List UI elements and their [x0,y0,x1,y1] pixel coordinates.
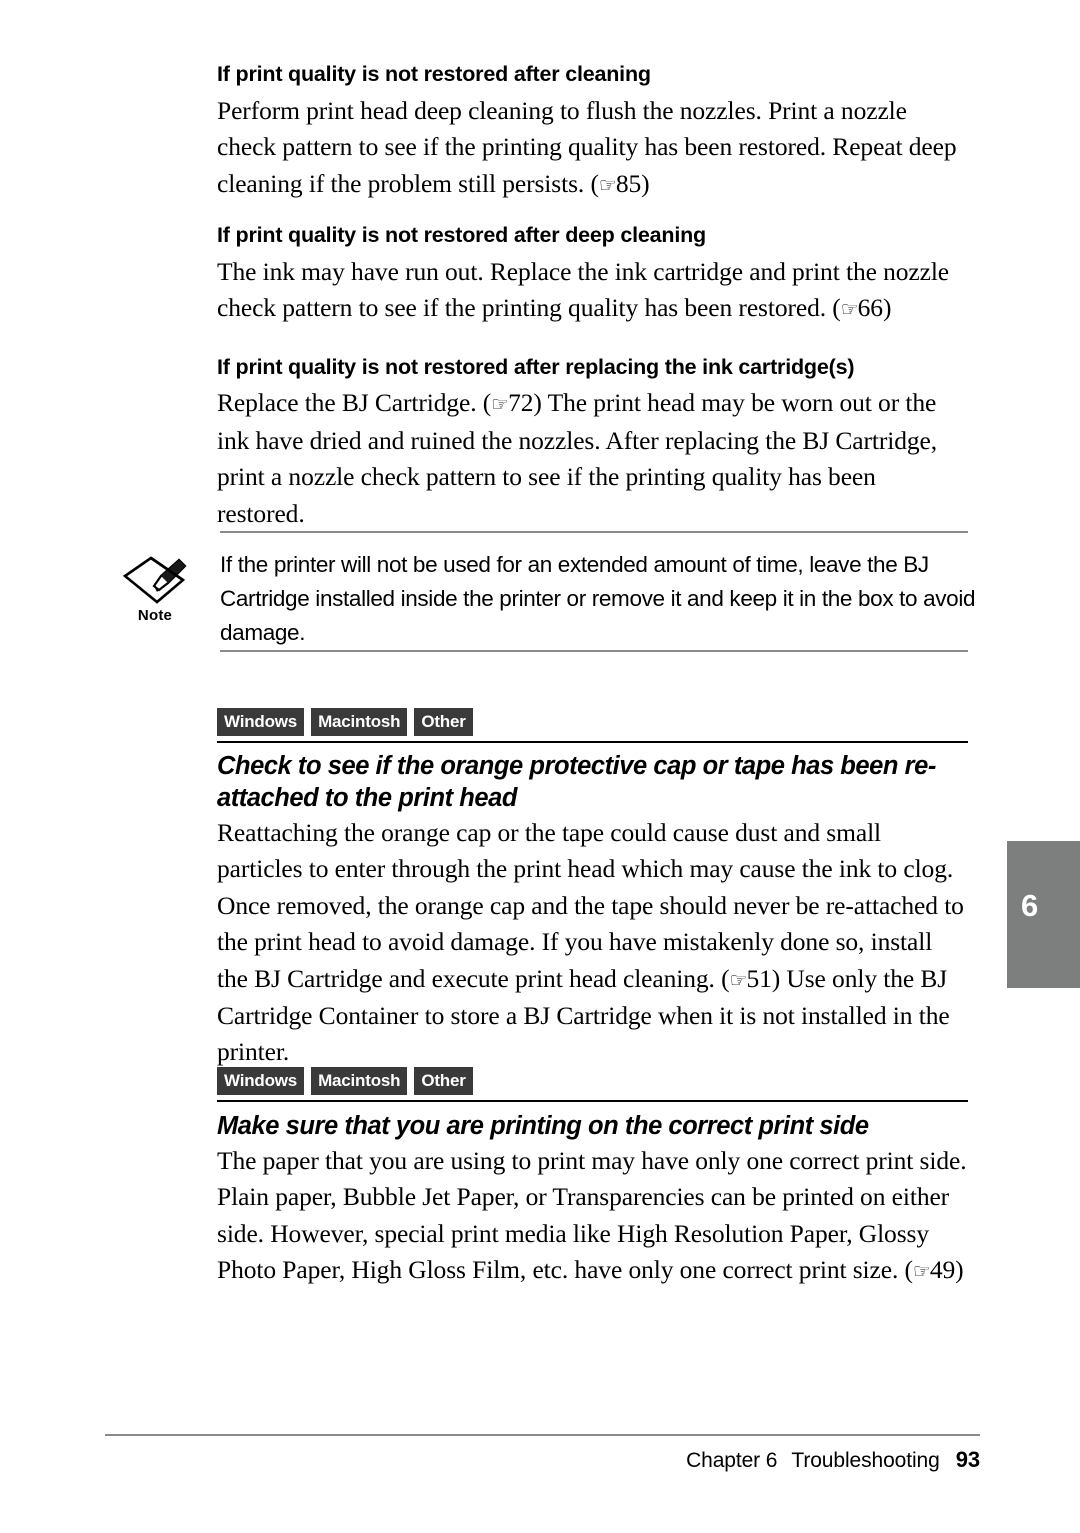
page-reference: ☞72 [491,388,533,417]
subsection-body-cleaning: Perform print head deep cleaning to flus… [217,93,969,203]
topic-two-body: The paper that you are using to print ma… [217,1143,969,1290]
manual-page: If print quality is not restored after c… [0,0,1080,1533]
footer-page-number: 93 [955,1447,980,1472]
body-text: Replace the BJ Cartridge. ( [217,388,492,418]
page-footer: Chapter 6 Troubleshooting 93 [105,1447,980,1473]
badge-other: Other [414,1067,473,1095]
pointing-hand-icon: ☞ [729,967,748,992]
body-text: The ink may have run out. Replace the in… [217,256,950,323]
section-heading-correct-print-side: Make sure that you are printing on the c… [217,1112,869,1140]
note-rule-bottom [220,650,968,652]
note-label: Note [137,607,173,624]
page-reference-number: 85 [615,168,642,198]
page-reference: ☞85 [599,169,641,198]
subsection-body-deep-cleaning: The ink may have run out. Replace the in… [217,254,969,328]
body-tail: ) [641,168,650,198]
footer-chapter: Chapter 6 [686,1449,778,1472]
badge-macintosh: Macintosh [311,708,408,736]
troubleshooting-sections: If print quality is not restored after c… [217,62,969,532]
section-rule-topic-one [217,741,968,743]
badge-windows: Windows [217,708,305,736]
body-text: Perform print head deep cleaning to flus… [217,95,957,198]
pointing-hand-icon: ☞ [598,172,617,197]
badge-other: Other [414,708,473,736]
page-reference-number: 49 [929,1255,956,1285]
note-callout: Note If the printer will not be used for… [0,531,1080,653]
chapter-tab-number: 6 [1021,888,1039,923]
platform-badges-topic-two: Windows Macintosh Other [217,1067,473,1095]
note-icon-group: Note [112,554,198,624]
badge-windows: Windows [217,1067,305,1095]
note-rule-top [220,531,968,533]
pointing-hand-icon: ☞ [912,1259,931,1284]
page-reference: ☞51 [730,964,772,993]
body-tail: ) [955,1255,964,1285]
topic-two-body-wrap: The paper that you are using to print ma… [217,1143,969,1290]
topic-one-body-wrap: Reattaching the orange cap or the tape c… [217,815,969,1071]
footer-title: Troubleshooting [791,1449,940,1472]
topic-one-body: Reattaching the orange cap or the tape c… [217,815,969,1071]
subsection-heading-deep-cleaning: If print quality is not restored after d… [217,223,706,248]
body-text: The paper that you are using to print ma… [217,1146,967,1285]
badge-macintosh: Macintosh [311,1067,408,1095]
page-reference-number: 72 [508,388,534,418]
note-text: If the printer will not be used for an e… [220,552,976,645]
platform-badges-topic-one: Windows Macintosh Other [217,708,473,736]
page-reference-number: 66 [857,293,883,323]
subsection-body-replacing-cartridge: Replace the BJ Cartridge. (☞72) The prin… [217,385,969,532]
footer-rule [105,1434,980,1436]
subsection-heading-cleaning: If print quality is not restored after c… [217,62,651,86]
page-reference-number: 51 [746,963,772,993]
pointing-hand-icon: ☞ [491,392,509,417]
page-reference: ☞66 [841,293,883,322]
subsection-heading-replacing-cartridge: If print quality is not restored after r… [217,354,855,379]
section-rule-topic-two [217,1100,968,1102]
body-tail: ) [882,293,892,323]
chapter-tab-marker: 6 [1007,841,1080,988]
note-pencil-icon [122,556,187,604]
section-heading-orange-cap: Check to see if the orange protective ca… [217,752,936,812]
page-reference: ☞49 [913,1255,955,1284]
pointing-hand-icon: ☞ [840,297,859,322]
